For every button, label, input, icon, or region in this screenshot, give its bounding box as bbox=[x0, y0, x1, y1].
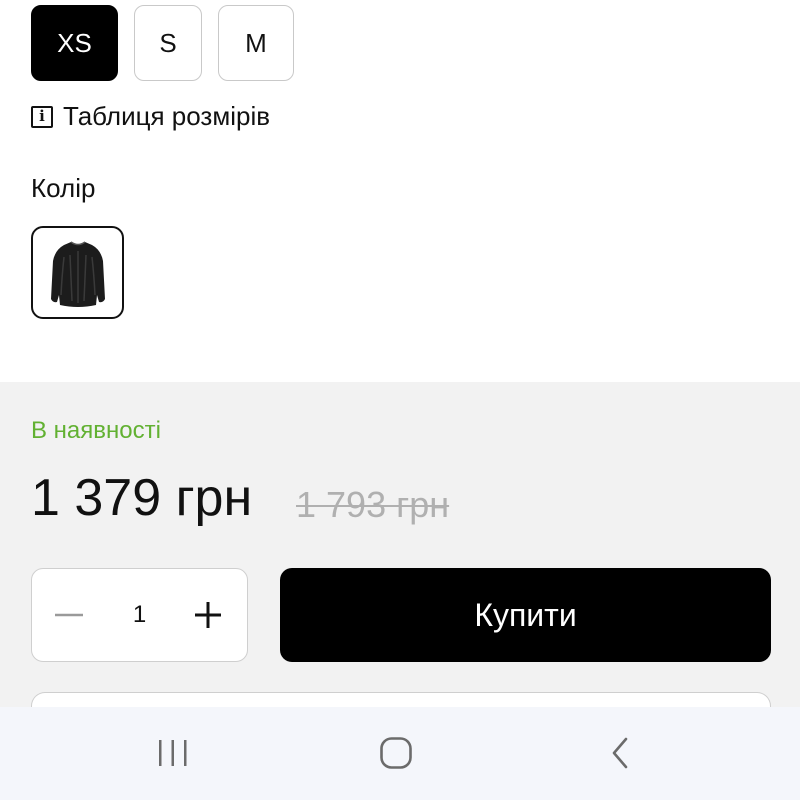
increase-quantity-button[interactable] bbox=[173, 569, 243, 661]
size-option-label: M bbox=[245, 27, 267, 58]
current-price: 1 379 грн bbox=[31, 469, 253, 527]
home-button[interactable] bbox=[366, 727, 426, 779]
color-swatch-black[interactable] bbox=[31, 226, 124, 319]
size-option-label: XS bbox=[57, 27, 92, 58]
old-price: 1 793 грн bbox=[296, 484, 450, 525]
minus-icon bbox=[55, 613, 83, 617]
decrease-quantity-button[interactable] bbox=[34, 569, 104, 661]
size-option-s[interactable]: S bbox=[134, 5, 202, 81]
recents-icon bbox=[159, 740, 187, 766]
quantity-stepper: 1 bbox=[31, 568, 248, 662]
size-table-label: Таблиця розмірів bbox=[63, 101, 271, 131]
info-icon: i bbox=[31, 105, 53, 128]
plus-icon bbox=[195, 602, 221, 628]
back-button[interactable] bbox=[590, 727, 650, 779]
size-table-link[interactable]: i Таблиця розмірів bbox=[31, 101, 270, 132]
size-option-m[interactable]: M bbox=[218, 5, 294, 81]
quantity-value[interactable]: 1 bbox=[102, 569, 177, 661]
size-option-xs[interactable]: XS bbox=[31, 5, 118, 81]
buy-button[interactable]: Купити bbox=[280, 568, 771, 662]
color-label: Колір bbox=[31, 173, 96, 203]
black-sweater-thumbnail bbox=[50, 240, 105, 307]
recents-button[interactable] bbox=[143, 727, 203, 779]
size-option-label: S bbox=[159, 27, 177, 58]
home-icon bbox=[380, 737, 412, 769]
back-icon bbox=[612, 737, 628, 769]
availability-status: В наявності bbox=[31, 417, 161, 444]
